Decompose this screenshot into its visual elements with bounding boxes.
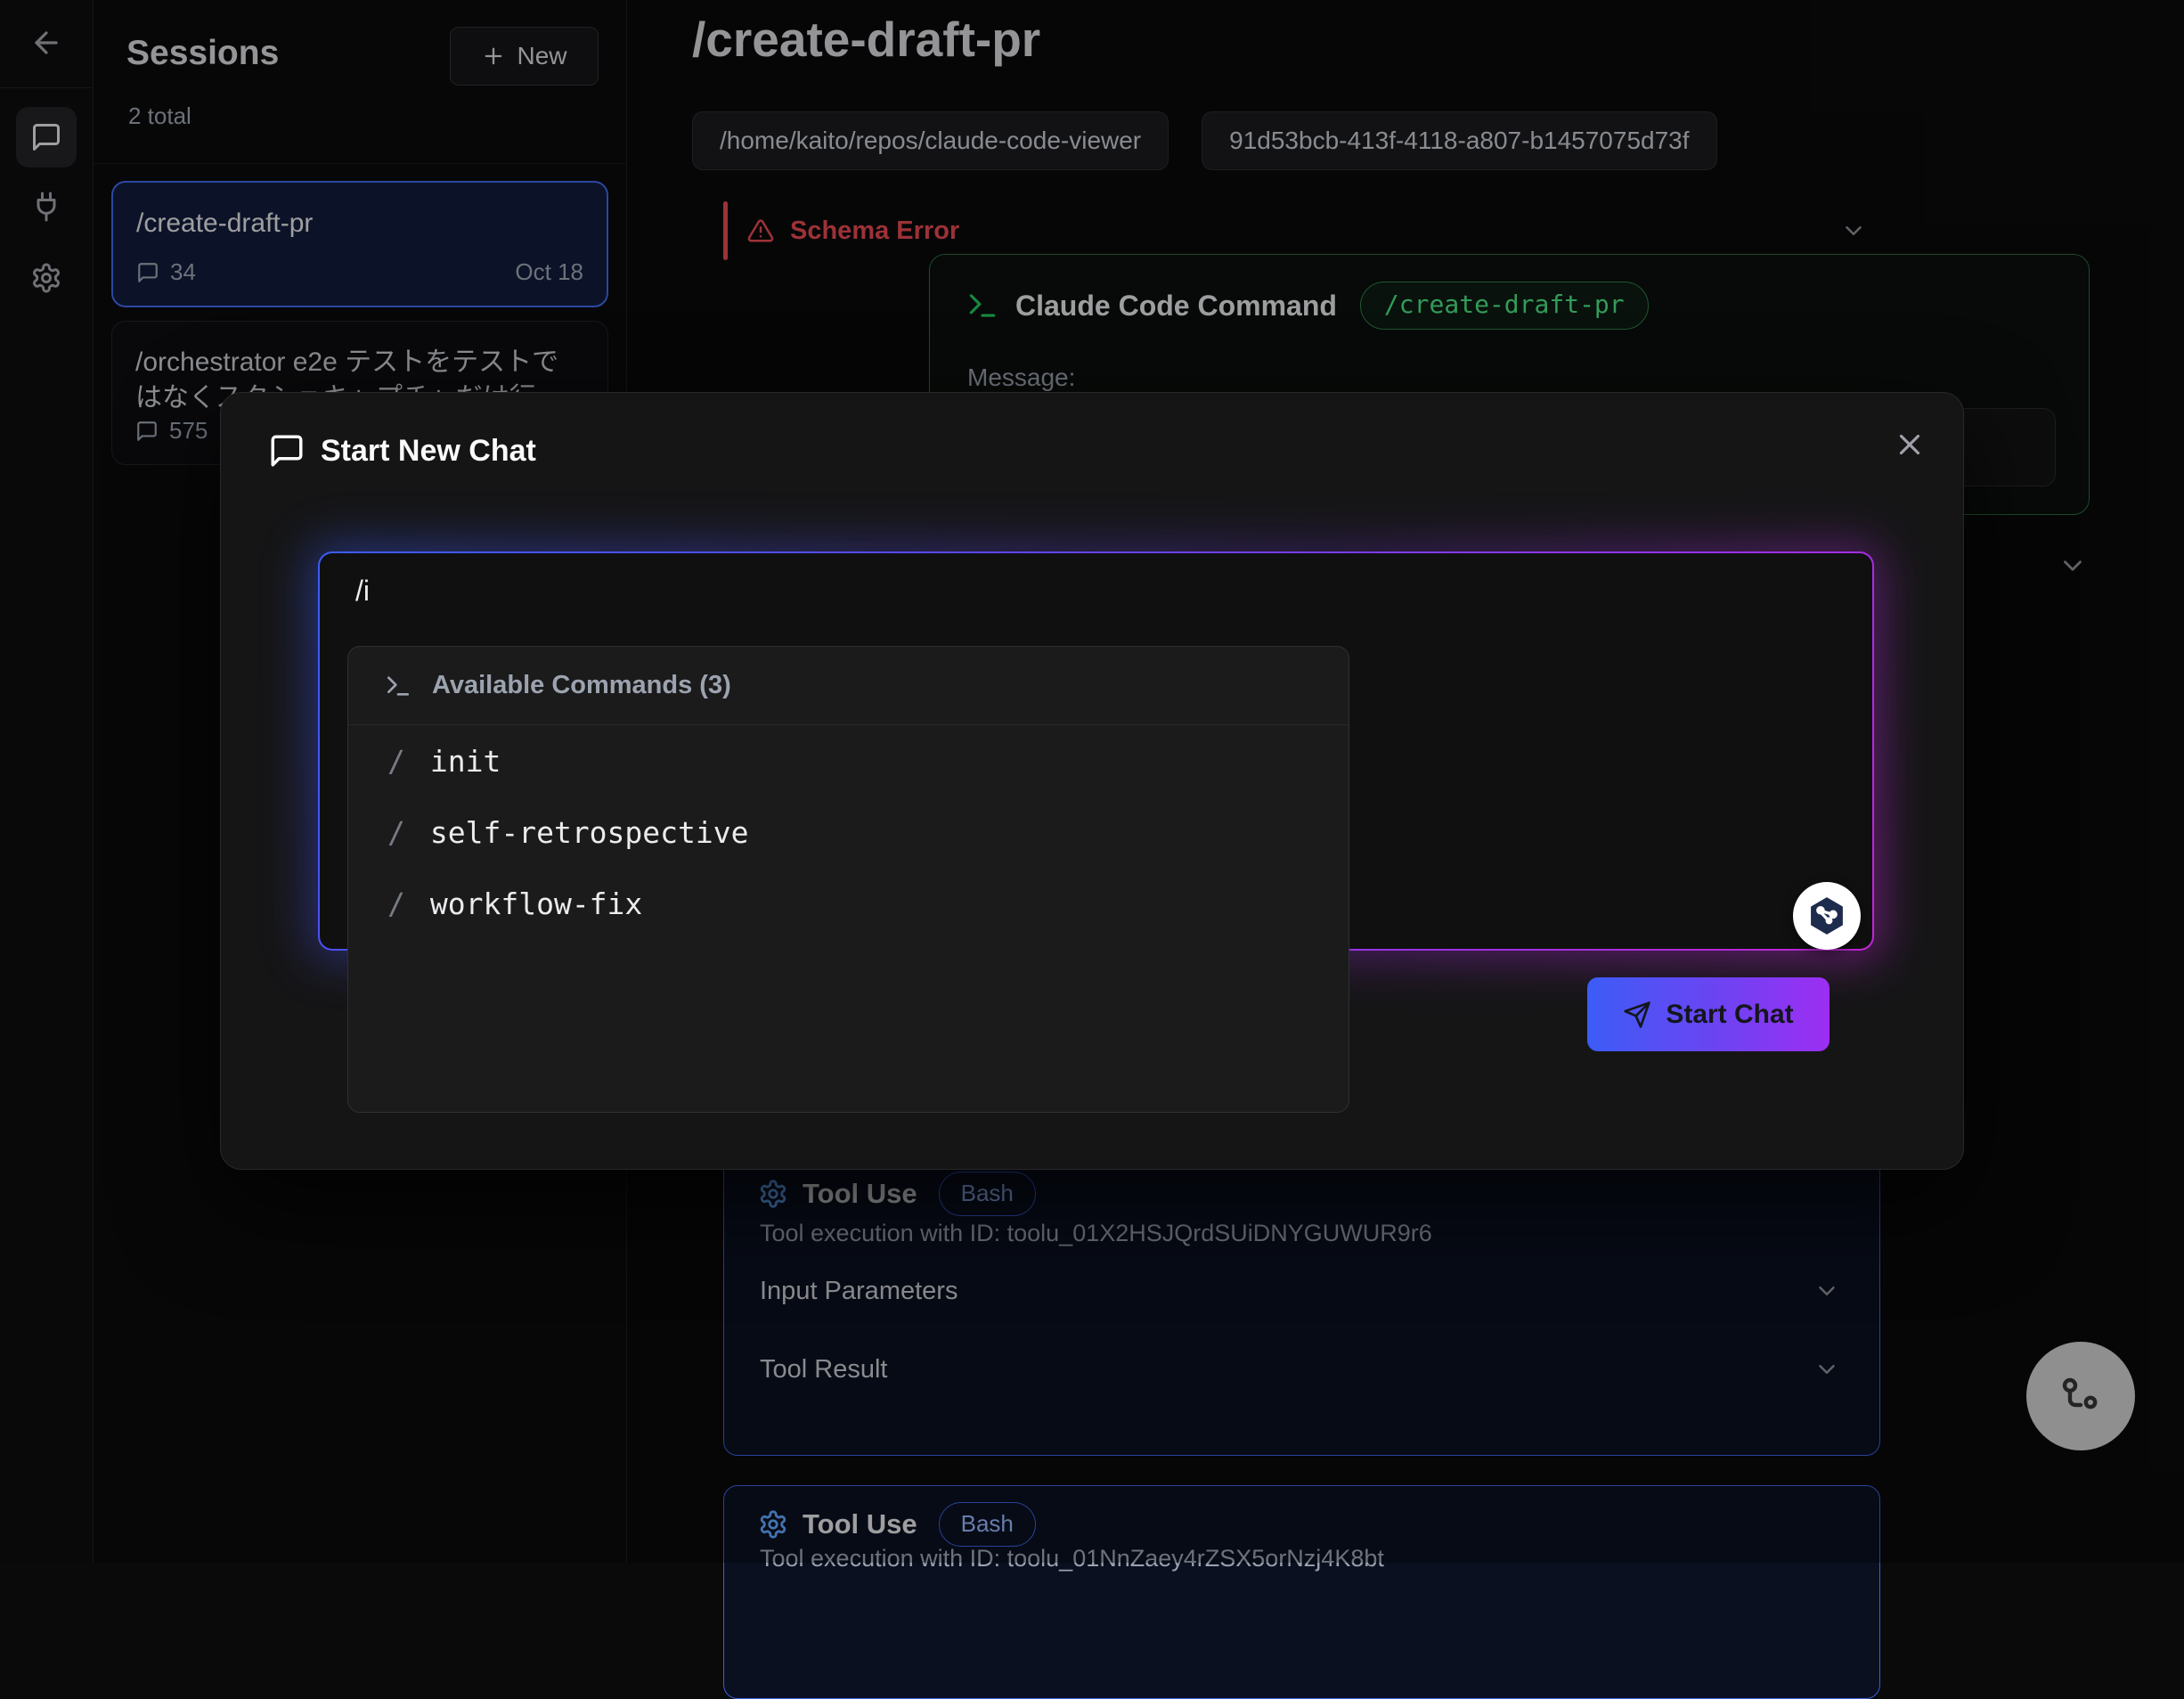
start-chat-label: Start Chat (1666, 1000, 1793, 1030)
terminal-icon (384, 672, 412, 700)
command-name: self-retrospective (430, 815, 749, 850)
command-name: workflow-fix (430, 886, 642, 921)
hexagon-share-icon (1805, 894, 1849, 938)
commands-dropdown: Available Commands (3) / init / self-ret… (347, 646, 1349, 1113)
modal-title: Start New Chat (321, 434, 536, 469)
input-value: /i (355, 575, 370, 608)
command-prefix: / (387, 815, 405, 850)
close-button[interactable] (1888, 423, 1931, 466)
send-icon (1623, 1001, 1651, 1029)
command-option-self-retrospective[interactable]: / self-retrospective (348, 796, 1349, 868)
chat-bubble-icon (268, 432, 306, 470)
git-compare-fab[interactable] (2026, 1342, 2135, 1450)
commands-header: Available Commands (3) (432, 671, 731, 700)
git-compare-icon (2059, 1375, 2102, 1417)
command-prefix: / (387, 886, 405, 921)
command-name: init (430, 744, 501, 779)
start-new-chat-modal: Start New Chat /i Available Commands (3)… (220, 392, 1964, 1170)
command-option-init[interactable]: / init (348, 725, 1349, 796)
extension-badge[interactable] (1793, 882, 1861, 950)
start-chat-button[interactable]: Start Chat (1587, 977, 1830, 1051)
command-option-workflow-fix[interactable]: / workflow-fix (348, 868, 1349, 939)
command-prefix: / (387, 744, 405, 779)
close-icon (1893, 428, 1927, 462)
